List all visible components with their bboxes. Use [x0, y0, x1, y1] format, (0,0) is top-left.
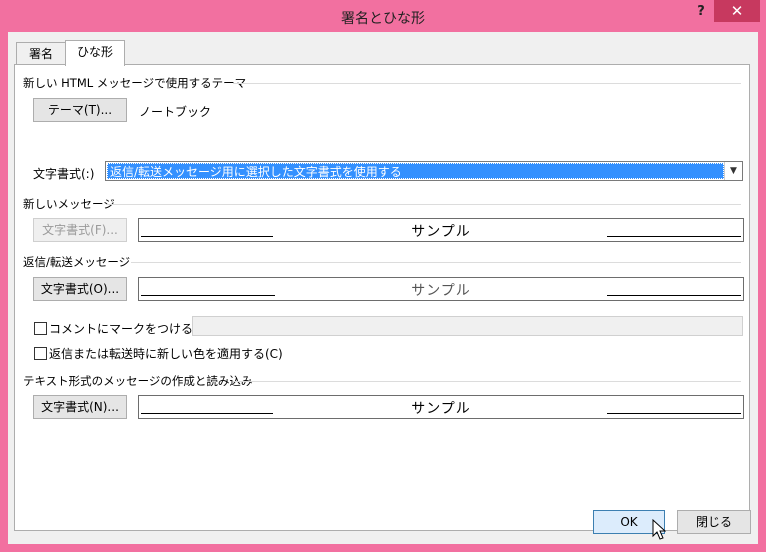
stationery-panel: 新しい HTML メッセージで使用するテーマ テーマ(T)... ノートブック …	[14, 64, 750, 531]
plain-text-heading: テキスト形式のメッセージの作成と読み込み	[23, 374, 253, 388]
mark-comments-input[interactable]	[192, 316, 743, 336]
new-message-sample: サンプル	[138, 218, 744, 242]
theme-value: ノートブック	[139, 105, 212, 119]
plain-text-sample: サンプル	[138, 395, 744, 419]
chevron-down-icon[interactable]: ▼	[724, 162, 742, 180]
theme-section-heading: 新しい HTML メッセージで使用するテーマ	[23, 76, 247, 90]
sample-text: サンプル	[411, 224, 471, 240]
sample-rule	[607, 413, 741, 414]
dialog-window: 署名とひな形 ? ✕ 署名 ひな形 新しい HTML メッセージで使用するテーマ…	[0, 0, 766, 552]
font-select-value: 返信/転送メッセージ用に選択した文字書式を使用する	[107, 163, 724, 179]
theme-button[interactable]: テーマ(T)...	[33, 98, 127, 122]
close-window-button[interactable]: ✕	[714, 0, 760, 22]
sample-rule	[607, 295, 741, 296]
new-color-checkbox[interactable]	[34, 347, 47, 360]
font-label: 文字書式(:)	[33, 167, 95, 181]
window-title: 署名とひな形	[341, 11, 425, 27]
tab-stationery[interactable]: ひな形	[65, 40, 125, 66]
tab-signature[interactable]: 署名	[16, 42, 66, 65]
sample-text: サンプル	[411, 401, 471, 417]
plain-text-font-button[interactable]: 文字書式(N)...	[33, 395, 127, 419]
separator	[107, 204, 741, 205]
help-button[interactable]: ?	[690, 4, 712, 24]
title-bar: 署名とひな形 ? ✕	[0, 0, 766, 32]
new-message-font-button[interactable]: 文字書式(F)...	[33, 218, 127, 242]
reply-font-button[interactable]: 文字書式(O)...	[33, 277, 127, 301]
font-select[interactable]: 返信/転送メッセージ用に選択した文字書式を使用する ▼	[105, 161, 743, 181]
mark-comments-checkbox[interactable]	[34, 322, 47, 335]
separator	[233, 83, 741, 84]
sample-rule	[607, 236, 741, 237]
separator	[131, 262, 741, 263]
mouse-cursor-icon	[652, 519, 666, 540]
close-button[interactable]: 閉じる	[677, 510, 751, 534]
reply-sample: サンプル	[138, 277, 744, 301]
new-color-label: 返信または転送時に新しい色を適用する(C)	[49, 347, 283, 361]
reply-forward-heading: 返信/転送メッセージ	[23, 255, 131, 269]
sample-text: サンプル	[411, 283, 471, 299]
dialog-client: 署名 ひな形 新しい HTML メッセージで使用するテーマ テーマ(T)... …	[8, 32, 758, 544]
separator	[233, 381, 741, 382]
new-message-heading: 新しいメッセージ	[23, 197, 115, 211]
